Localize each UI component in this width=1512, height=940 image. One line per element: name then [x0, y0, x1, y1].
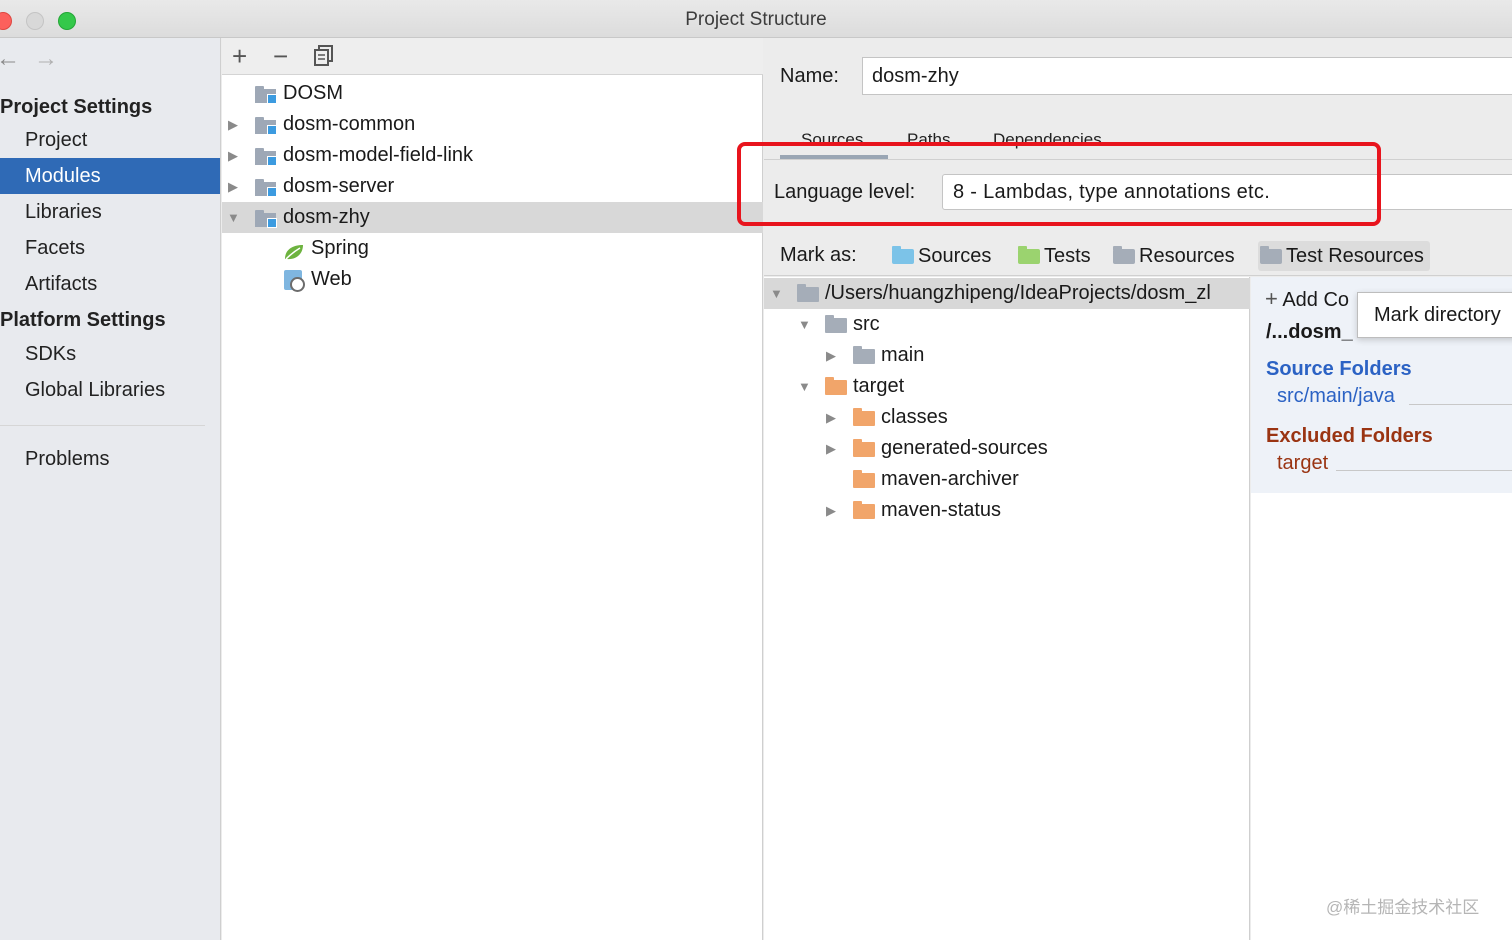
module-tabs: Sources Paths Dependencies [764, 122, 1512, 160]
mark-tests-button[interactable]: Tests [1016, 241, 1091, 271]
folder-row-maven-archiver[interactable]: maven-archiver [764, 464, 1250, 495]
expand-arrow-icon[interactable]: ▶ [826, 340, 836, 371]
sidebar-item-modules[interactable]: Modules [0, 158, 220, 194]
tab-dependencies[interactable]: Dependencies [993, 130, 1102, 150]
module-icon [255, 86, 277, 104]
excluded-folder-icon [853, 501, 875, 519]
divider [1336, 470, 1512, 471]
folder-icon [797, 284, 819, 302]
module-icon [255, 117, 277, 135]
module-list-panel: + − DOSM ▶ dosm-common ▶ dosm-model-fiel… [222, 38, 763, 940]
content-root-row[interactable]: ▼ /Users/huangzhipeng/IdeaProjects/dosm_… [764, 278, 1250, 309]
excluded-folder-icon [853, 408, 875, 426]
tests-folder-icon [1018, 246, 1040, 264]
folder-icon [853, 346, 875, 364]
module-row-dosm[interactable]: DOSM [222, 78, 763, 109]
add-module-button[interactable]: + [232, 42, 247, 70]
tab-sources[interactable]: Sources [801, 130, 863, 150]
expand-arrow-icon[interactable]: ▶ [228, 109, 238, 140]
folder-row-maven-status[interactable]: ▶ maven-status [764, 495, 1250, 526]
content-tree: ▼ /Users/huangzhipeng/IdeaProjects/dosm_… [764, 277, 1250, 940]
divider [1409, 404, 1512, 405]
web-facet-icon [284, 270, 305, 292]
mark-as-toolbar: Mark as: Sources Tests Resources Test Re… [764, 236, 1512, 276]
module-icon [255, 179, 277, 197]
mark-directory-tooltip: Mark directory [1357, 292, 1512, 338]
title-bar: Project Structure [0, 0, 1512, 38]
module-toolbar: + − [222, 38, 763, 75]
folder-row-classes[interactable]: ▶ classes [764, 402, 1250, 433]
source-folders-heading: Source Folders [1266, 358, 1412, 380]
collapse-arrow-icon[interactable]: ▼ [798, 371, 811, 402]
excluded-folders-heading: Excluded Folders [1266, 425, 1433, 447]
folder-row-src[interactable]: ▼ src [764, 309, 1250, 340]
module-row-dosm-common[interactable]: ▶ dosm-common [222, 109, 763, 140]
expand-arrow-icon[interactable]: ▶ [228, 140, 238, 171]
project-settings-heading: Project Settings [0, 96, 153, 118]
module-icon [255, 148, 277, 166]
remove-module-button[interactable]: − [273, 42, 288, 70]
sidebar-item-artifacts[interactable]: Artifacts [0, 266, 220, 302]
add-content-root-button[interactable]: + Add Co [1265, 286, 1349, 312]
plus-icon: + [1265, 286, 1278, 311]
expand-arrow-icon[interactable]: ▶ [228, 171, 238, 202]
sidebar-item-libraries[interactable]: Libraries [0, 194, 220, 230]
mark-test-resources-button[interactable]: Test Resources [1258, 241, 1430, 271]
watermark: @稀土掘金技术社区 [1326, 898, 1480, 917]
language-level-label: Language level: [774, 181, 916, 203]
resources-folder-icon [1113, 246, 1135, 264]
active-tab-indicator [780, 155, 888, 159]
test-resources-folder-icon [1260, 246, 1282, 264]
folder-icon [825, 315, 847, 333]
content-roots-panel: + Add Co /...dosm_ Source Folders src/ma… [1251, 277, 1512, 940]
facet-row-spring[interactable]: Spring [222, 233, 763, 264]
excluded-folder-icon [853, 470, 875, 488]
arrow-left-icon[interactable]: ← [0, 46, 20, 72]
window-title: Project Structure [685, 9, 827, 30]
module-name-field[interactable]: dosm-zhy [862, 57, 1512, 95]
sidebar-divider [0, 425, 205, 426]
name-label: Name: [780, 65, 839, 87]
spring-leaf-icon [283, 240, 303, 260]
content-root-path: /...dosm_ [1266, 321, 1353, 343]
sources-folder-icon [892, 246, 914, 264]
sidebar-item-problems[interactable]: Problems [0, 441, 220, 477]
copy-icon[interactable] [314, 44, 334, 72]
collapse-arrow-icon[interactable]: ▼ [798, 309, 811, 340]
mark-resources-button[interactable]: Resources [1111, 241, 1235, 271]
sidebar-item-global-libraries[interactable]: Global Libraries [0, 372, 220, 408]
folder-row-generated-sources[interactable]: ▶ generated-sources [764, 433, 1250, 464]
expand-arrow-icon[interactable]: ▶ [826, 495, 836, 526]
excluded-folder-icon [825, 377, 847, 395]
folder-row-target[interactable]: ▼ target [764, 371, 1250, 402]
facet-row-web[interactable]: Web [222, 264, 763, 295]
sidebar-item-sdks[interactable]: SDKs [0, 336, 220, 372]
source-folder-item[interactable]: src/main/java [1277, 385, 1395, 408]
language-level-select[interactable]: 8 - Lambdas, type annotations etc. [942, 174, 1512, 210]
tab-paths[interactable]: Paths [907, 130, 950, 150]
sidebar-item-facets[interactable]: Facets [0, 230, 220, 266]
arrow-right-icon[interactable]: → [34, 46, 58, 72]
sidebar-item-project[interactable]: Project [0, 122, 220, 158]
collapse-arrow-icon[interactable]: ▼ [770, 278, 783, 309]
settings-sidebar: ← → Project Settings Project Modules Lib… [0, 38, 221, 940]
platform-settings-heading: Platform Settings [0, 309, 166, 331]
excluded-folder-item[interactable]: target [1277, 452, 1328, 475]
collapse-arrow-icon[interactable]: ▼ [227, 202, 240, 233]
module-detail-panel: Name: dosm-zhy Sources Paths Dependencie… [764, 38, 1512, 940]
module-row-dosm-zhy[interactable]: ▼ dosm-zhy [222, 202, 763, 233]
module-row-dosm-model-field-link[interactable]: ▶ dosm-model-field-link [222, 140, 763, 171]
expand-arrow-icon[interactable]: ▶ [826, 402, 836, 433]
mark-as-label: Mark as: [780, 244, 857, 266]
folder-row-main[interactable]: ▶ main [764, 340, 1250, 371]
module-icon [255, 210, 277, 228]
mark-sources-button[interactable]: Sources [890, 241, 991, 271]
module-row-dosm-server[interactable]: ▶ dosm-server [222, 171, 763, 202]
expand-arrow-icon[interactable]: ▶ [826, 433, 836, 464]
excluded-folder-icon [853, 439, 875, 457]
